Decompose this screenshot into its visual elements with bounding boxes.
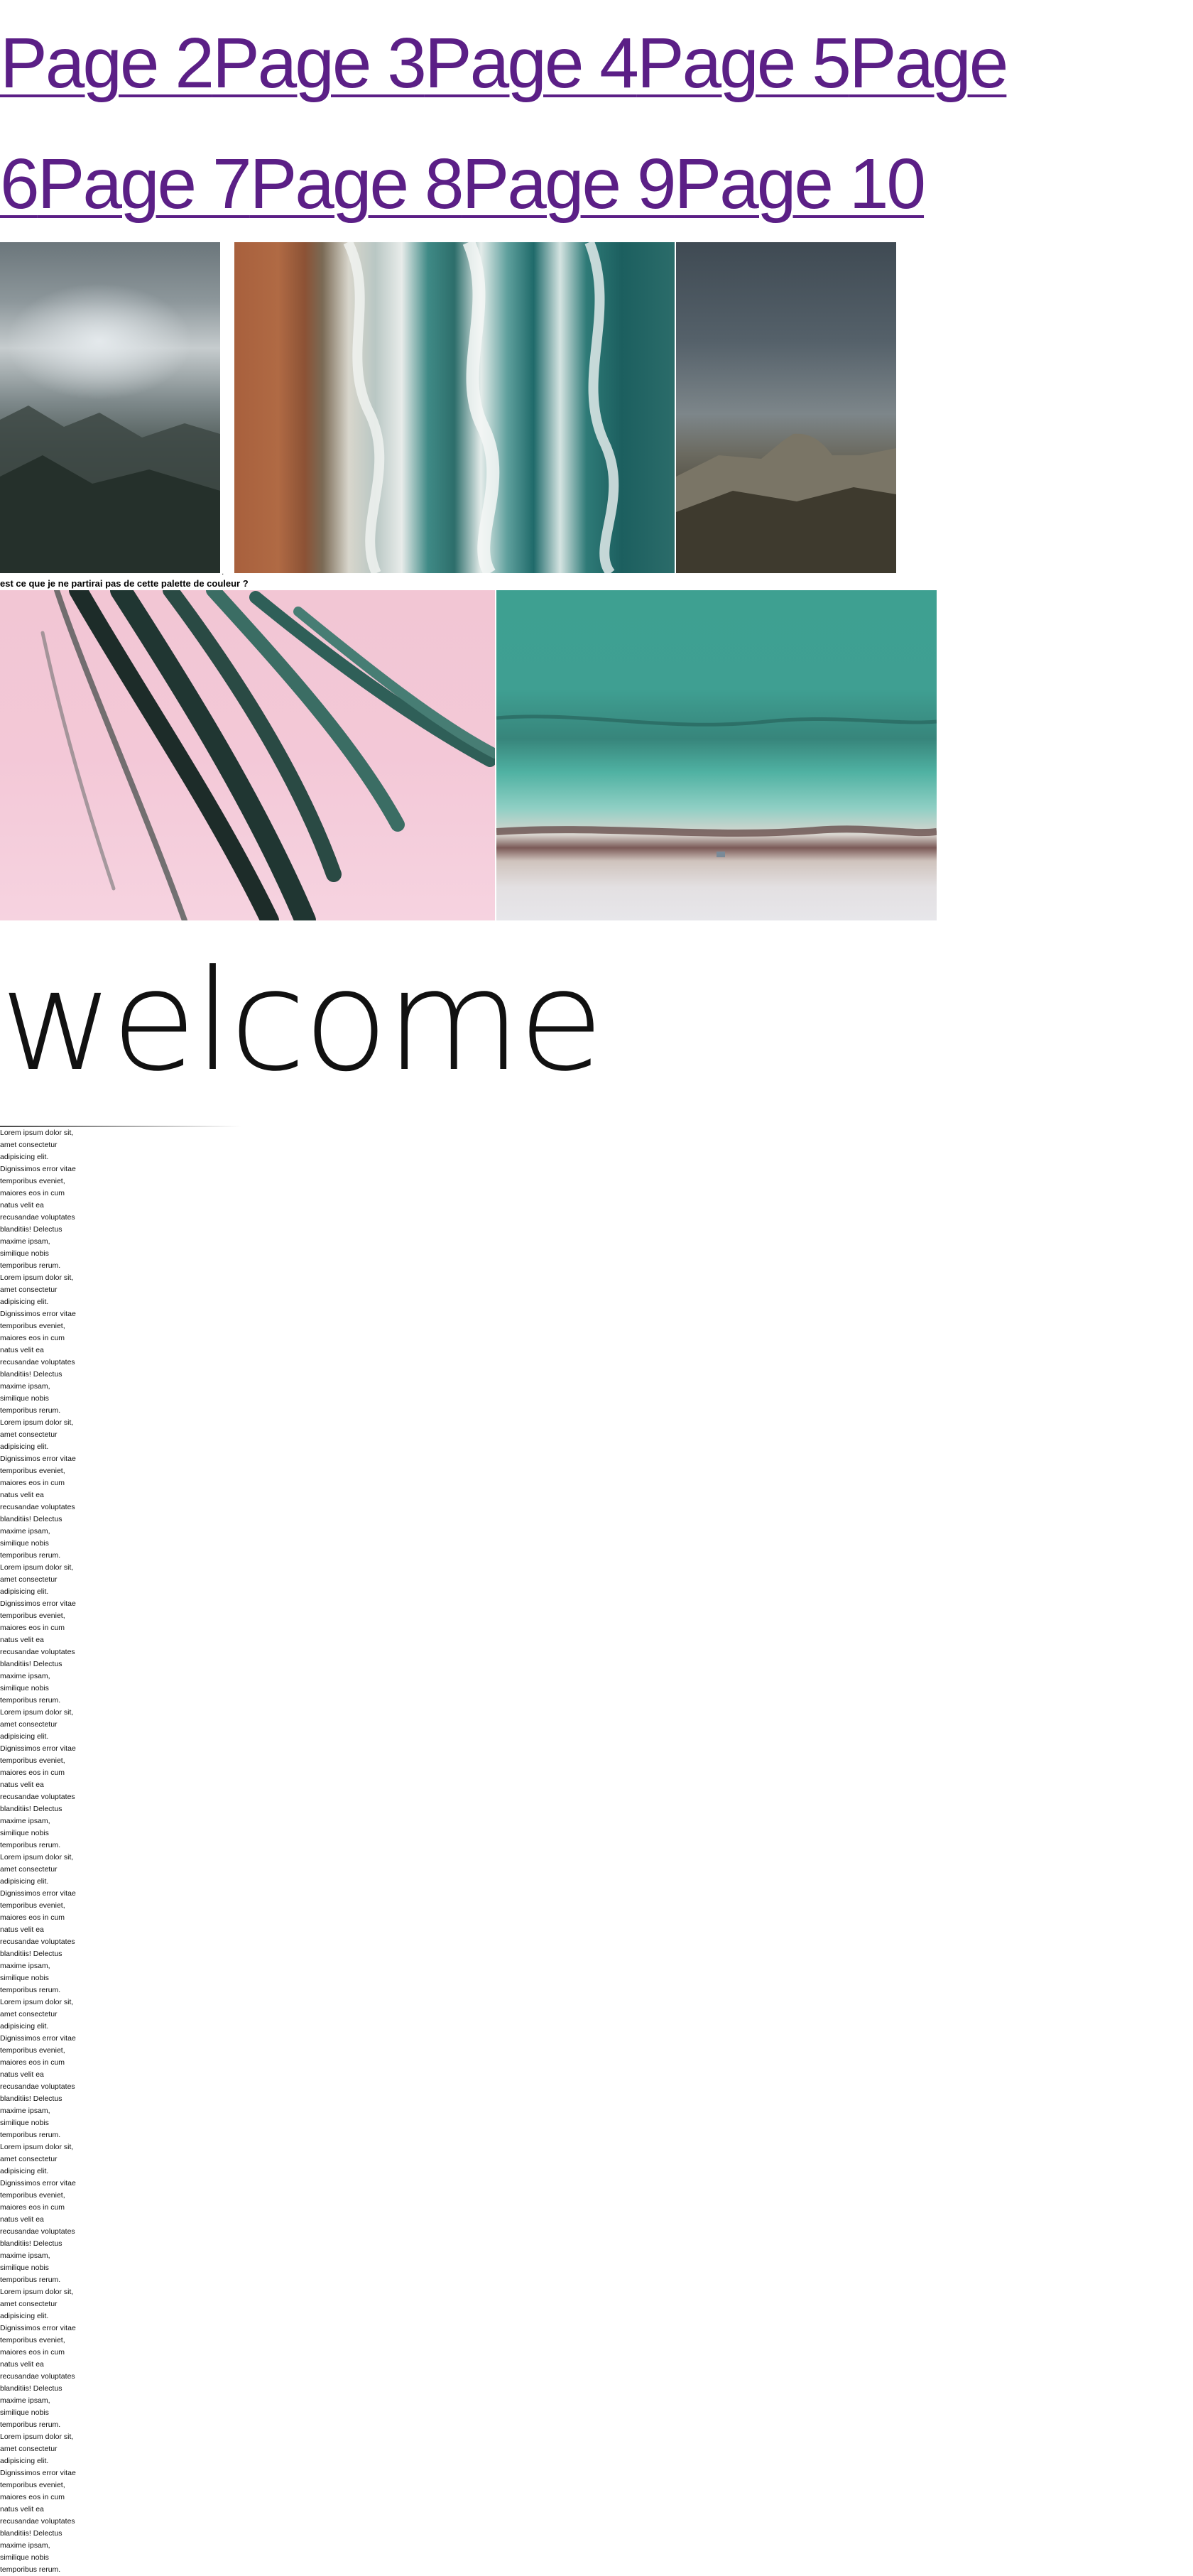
shoreline-texture-icon	[496, 714, 937, 857]
cloudy-valley-photo	[0, 242, 220, 573]
page-navigation: Page 2Page 3Page 4Page 5Page 6Page 7Page…	[0, 3, 1193, 244]
nav-link-page-7[interactable]: Page 7	[38, 144, 252, 224]
palm-leaf-pink-photo	[0, 590, 495, 920]
lorem-paragraph: Lorem ipsum dolor sit, amet consectetur …	[0, 2143, 76, 2284]
lorem-paragraph: Lorem ipsum dolor sit, amet consectetur …	[0, 1418, 76, 1560]
lorem-paragraph: Lorem ipsum dolor sit, amet consectetur …	[0, 1708, 76, 1849]
nav-link-page-2[interactable]: Page 2	[0, 23, 214, 103]
aerial-beach-photo	[496, 590, 937, 920]
gallery-caption: est ce que je ne partirai pas de cette p…	[0, 578, 249, 589]
nav-link-page-9[interactable]: Page 9	[462, 144, 677, 224]
lorem-paragraph: Lorem ipsum dolor sit, amet consectetur …	[0, 2433, 76, 2574]
lorem-paragraph: Lorem ipsum dolor sit, amet consectetur …	[0, 1998, 76, 2139]
lorem-paragraph: Lorem ipsum dolor sit, amet consectetur …	[0, 1273, 76, 1415]
palm-leaf-icon	[40, 590, 495, 920]
surf-foam-texture-icon	[343, 242, 619, 573]
aerial-shoreline-photo	[234, 242, 675, 573]
welcome-heading: welcome	[0, 940, 604, 1102]
nav-link-page-4[interactable]: Page 4	[425, 23, 639, 103]
lorem-paragraph: Lorem ipsum dolor sit, amet consectetur …	[0, 1853, 76, 1994]
nav-link-page-8[interactable]: Page 8	[250, 144, 464, 224]
lorem-paragraph: Lorem ipsum dolor sit, amet consectetur …	[0, 1129, 76, 1270]
nav-link-page-3[interactable]: Page 3	[212, 23, 427, 103]
nav-link-page-5[interactable]: Page 5	[637, 23, 851, 103]
mountain-silhouette-icon	[0, 406, 220, 573]
beach-object-icon	[717, 852, 725, 857]
granite-dome-icon	[676, 433, 896, 573]
image-gap-mark: .	[222, 567, 224, 577]
half-dome-photo	[676, 242, 896, 573]
lorem-paragraph: Lorem ipsum dolor sit, amet consectetur …	[0, 1563, 76, 1705]
lorem-text-block: Lorem ipsum dolor sit, amet consectetur …	[0, 1127, 78, 2576]
nav-link-page-10[interactable]: Page 10	[674, 144, 926, 224]
lorem-paragraph: Lorem ipsum dolor sit, amet consectetur …	[0, 2288, 76, 2429]
